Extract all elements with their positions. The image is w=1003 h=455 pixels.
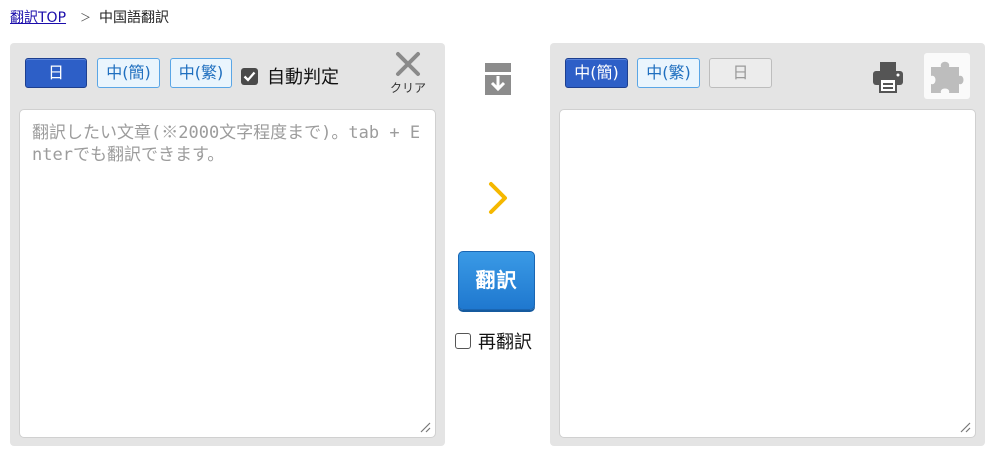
clear-x-icon (386, 51, 430, 79)
checkmark-icon (241, 67, 258, 85)
source-lang-chinese-simplified[interactable]: 中(簡) (97, 58, 160, 88)
source-lang-chinese-traditional[interactable]: 中(繁) (170, 58, 232, 88)
retranslate-label: 再翻訳 (478, 332, 532, 353)
source-lang-japanese[interactable]: 日 (25, 58, 87, 88)
clear-label: クリア (389, 81, 426, 95)
source-textarea[interactable]: 翻訳したい文章(※2000文字程度まで)。tab + Enterでも翻訳できます… (19, 109, 436, 438)
auto-detect-checkbox[interactable]: 自動判定 (241, 63, 339, 89)
retranslate-checkbox[interactable]: 再翻訳 (455, 328, 532, 354)
target-lang-japanese[interactable]: 日 (709, 58, 772, 88)
swap-direction-icon[interactable] (483, 63, 513, 99)
breadcrumb-separator: ＞ (80, 11, 92, 24)
source-panel: 日 中(簡) 中(繁) 自動判定 クリア 翻訳したい文章(※2000文字程度まで… (10, 43, 445, 446)
arrow-right-icon (486, 181, 510, 219)
resize-grip-icon[interactable] (419, 421, 431, 433)
target-textarea[interactable] (559, 109, 976, 438)
clear-button[interactable]: クリア (386, 51, 430, 96)
print-icon[interactable] (871, 60, 905, 98)
source-placeholder: 翻訳したい文章(※2000文字程度まで)。tab + Enterでも翻訳できます… (32, 123, 421, 165)
breadcrumb: 翻訳TOP ＞ 中国語翻訳 (10, 8, 169, 28)
retranslate-box (455, 333, 471, 349)
translate-button[interactable]: 翻訳 (458, 251, 535, 310)
breadcrumb-current: 中国語翻訳 (99, 10, 170, 26)
puzzle-icon[interactable] (924, 53, 970, 99)
auto-detect-label: 自動判定 (267, 67, 339, 88)
target-panel: 中(簡) 中(繁) 日 (550, 43, 985, 446)
breadcrumb-home-link[interactable]: 翻訳TOP (10, 8, 66, 28)
target-lang-chinese-simplified[interactable]: 中(簡) (565, 58, 628, 88)
resize-grip-icon[interactable] (959, 421, 971, 433)
target-lang-chinese-traditional[interactable]: 中(繁) (637, 58, 700, 88)
